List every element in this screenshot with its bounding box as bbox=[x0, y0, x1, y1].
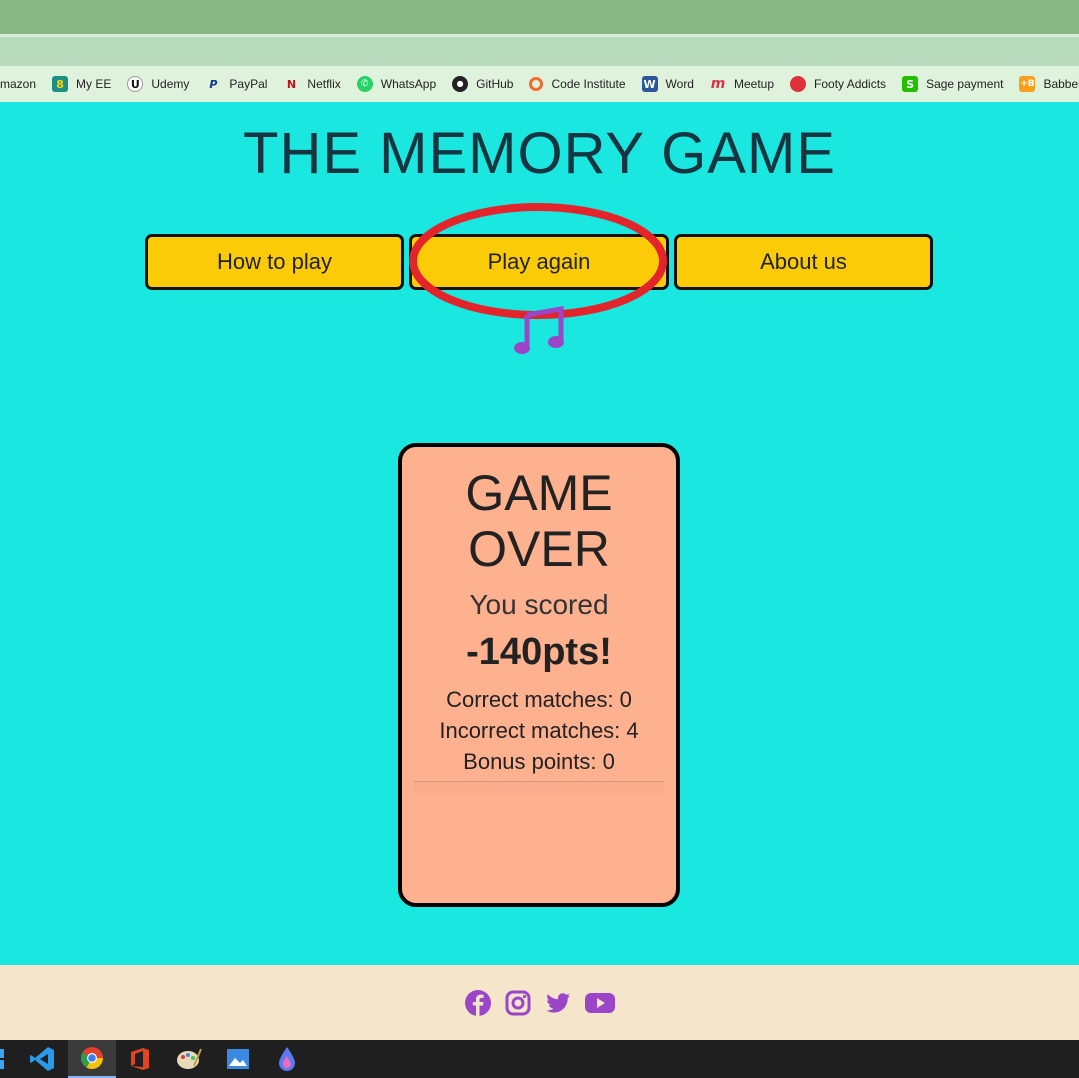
office-icon[interactable] bbox=[116, 1040, 164, 1078]
bookmark-whatsapp[interactable]: ✆ WhatsApp bbox=[356, 76, 437, 92]
facebook-icon[interactable] bbox=[464, 989, 492, 1017]
score-value: -140pts! bbox=[466, 631, 612, 673]
bookmark-sage-payment[interactable]: S Sage payment bbox=[902, 76, 1003, 92]
bookmark-label: Word bbox=[665, 77, 694, 91]
bookmark-label: mazon bbox=[0, 77, 37, 91]
bookmark-label: Sage payment bbox=[926, 77, 1004, 91]
game-page: THE MEMORY GAME How to play Play again A… bbox=[0, 102, 1079, 965]
browser-toolbar bbox=[0, 37, 1079, 66]
photos-icon[interactable] bbox=[214, 1040, 262, 1078]
about-us-button[interactable]: About us bbox=[674, 234, 933, 290]
bookmark-code-institute[interactable]: Code Institute bbox=[529, 77, 626, 91]
github-icon: ● bbox=[452, 76, 469, 92]
bookmark-netflix[interactable]: N Netflix bbox=[283, 76, 341, 92]
code-institute-icon bbox=[529, 77, 544, 91]
footy-addicts-icon bbox=[790, 76, 807, 92]
bookmark-github[interactable]: ● GitHub bbox=[452, 76, 513, 92]
bookmark-udemy[interactable]: U Udemy bbox=[127, 76, 189, 92]
match-stats: Correct matches: 0 Incorrect matches: 4 … bbox=[402, 684, 676, 777]
music-notes-icon[interactable] bbox=[513, 305, 567, 355]
meetup-icon: m bbox=[710, 76, 726, 92]
word-icon: W bbox=[641, 76, 658, 92]
bookmark-babbel[interactable]: +B Babbel bbox=[1019, 76, 1079, 92]
bookmark-word[interactable]: W Word bbox=[641, 76, 694, 92]
youtube-icon[interactable] bbox=[584, 989, 616, 1017]
bookmark-label: GitHub bbox=[476, 77, 514, 91]
game-over-line2: OVER bbox=[468, 521, 610, 577]
bookmark-label: Babbel bbox=[1043, 77, 1079, 91]
score-label: You scored bbox=[469, 589, 609, 620]
browser-title-bar bbox=[0, 0, 1079, 34]
babbel-icon: +B bbox=[1019, 76, 1036, 92]
bookmark-label: PayPal bbox=[229, 77, 268, 91]
bookmark-label: Code Institute bbox=[551, 77, 626, 91]
udemy-icon: U bbox=[127, 76, 144, 92]
bookmark-label: Udemy bbox=[151, 77, 190, 91]
sage-icon: S bbox=[902, 76, 919, 92]
bookmark-label: Meetup bbox=[733, 77, 775, 91]
windows-icon[interactable] bbox=[0, 1040, 18, 1078]
how-to-play-button[interactable]: How to play bbox=[145, 234, 404, 290]
paint3d-icon[interactable] bbox=[263, 1040, 311, 1078]
windows-taskbar bbox=[0, 1040, 1079, 1078]
bookmark-amazon[interactable]: mazon bbox=[0, 77, 36, 91]
page-title: THE MEMORY GAME bbox=[243, 121, 836, 186]
bookmark-paypal[interactable]: P PayPal bbox=[205, 76, 267, 92]
bookmark-label: Netflix bbox=[307, 77, 341, 91]
twitter-icon[interactable] bbox=[544, 989, 572, 1017]
bookmarks-bar: mazon 8 My EE U Udemy P PayPal N Netflix… bbox=[0, 66, 1079, 102]
game-over-card: GAME OVER You scored -140pts! Correct ma… bbox=[398, 443, 680, 907]
chrome-icon[interactable] bbox=[68, 1040, 116, 1078]
game-over-line1: GAME bbox=[465, 465, 613, 521]
page-footer bbox=[0, 965, 1079, 1040]
bookmark-my-ee[interactable]: 8 My EE bbox=[52, 76, 111, 92]
bonus-points: Bonus points: 0 bbox=[463, 749, 615, 774]
ee-icon: 8 bbox=[52, 76, 69, 92]
incorrect-matches: Incorrect matches: 4 bbox=[439, 718, 639, 743]
whatsapp-icon: ✆ bbox=[356, 76, 373, 92]
paint-icon[interactable] bbox=[165, 1040, 213, 1078]
correct-matches: Correct matches: 0 bbox=[446, 687, 632, 712]
bookmark-label: Footy Addicts bbox=[814, 77, 887, 91]
bookmark-label: WhatsApp bbox=[380, 77, 437, 91]
vscode-icon[interactable] bbox=[18, 1040, 66, 1078]
bookmark-label: My EE bbox=[76, 77, 112, 91]
bookmark-meetup[interactable]: m Meetup bbox=[710, 76, 774, 92]
netflix-icon: N bbox=[286, 77, 297, 91]
instagram-icon[interactable] bbox=[504, 989, 532, 1017]
game-over-title: GAME OVER bbox=[402, 465, 676, 577]
play-again-button[interactable]: Play again bbox=[409, 234, 669, 290]
bookmark-footy-addicts[interactable]: Footy Addicts bbox=[790, 76, 886, 92]
card-divider bbox=[414, 781, 664, 793]
paypal-icon: P bbox=[209, 77, 218, 91]
